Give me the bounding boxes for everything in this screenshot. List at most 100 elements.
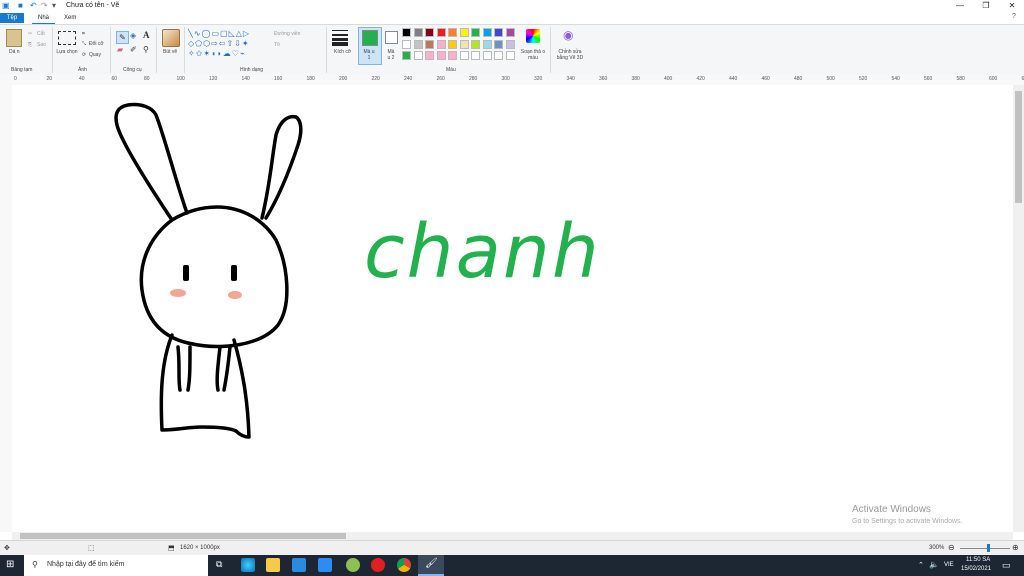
- ruler-tick-label: 460: [761, 76, 770, 82]
- horizontal-scroll-thumb[interactable]: [20, 533, 346, 539]
- palette-swatch[interactable]: [402, 39, 411, 49]
- app-icon-green[interactable]: [346, 558, 360, 572]
- palette-swatch[interactable]: [482, 51, 492, 60]
- copy-button[interactable]: Sao: [37, 42, 46, 48]
- palette-swatch[interactable]: [425, 39, 434, 49]
- zoom-out-button[interactable]: ⊖: [948, 543, 955, 552]
- tray-chevron-icon[interactable]: ⌃: [918, 561, 924, 569]
- clock-date[interactable]: 15/02/2021: [961, 566, 991, 572]
- palette-swatch[interactable]: [425, 51, 434, 60]
- tab-view[interactable]: Xem: [58, 13, 82, 23]
- zoom-in-button[interactable]: ⊕: [1012, 543, 1019, 552]
- paint3d-icon[interactable]: ◉: [563, 28, 573, 42]
- maximize-button[interactable]: ❐: [974, 0, 998, 12]
- fill-icon[interactable]: ◈: [130, 31, 136, 40]
- shape-fill-button[interactable]: Tô: [274, 42, 280, 48]
- size-icon[interactable]: [332, 30, 348, 46]
- text-icon[interactable]: A: [143, 30, 150, 40]
- language-indicator[interactable]: VIE: [944, 562, 954, 568]
- ruler-tick-label: 240: [404, 76, 413, 82]
- volume-icon[interactable]: 🔈: [929, 560, 939, 569]
- palette-swatch[interactable]: [505, 39, 515, 49]
- shape-outline-button[interactable]: Đường viền: [274, 31, 300, 37]
- color-picker-icon[interactable]: ✐: [130, 45, 137, 54]
- zoom-slider-thumb[interactable]: [987, 544, 990, 552]
- palette-swatch[interactable]: [482, 39, 492, 49]
- palette-swatch[interactable]: [459, 28, 469, 37]
- cut-button[interactable]: Cắt: [37, 31, 45, 37]
- undo-icon[interactable]: ↶: [30, 1, 37, 10]
- paste-icon[interactable]: [6, 29, 22, 47]
- palette-swatch[interactable]: [494, 51, 503, 60]
- customize-toolbar-icon[interactable]: ▾: [52, 1, 56, 10]
- magnifier-icon[interactable]: ⚲: [143, 45, 149, 54]
- redo-icon[interactable]: ↷: [41, 1, 48, 10]
- crop-icon[interactable]: ⌗: [82, 31, 85, 37]
- palette-swatch[interactable]: [436, 39, 446, 49]
- horizontal-scrollbar[interactable]: [12, 532, 1013, 540]
- palette-swatch[interactable]: [505, 51, 515, 60]
- palette-swatch[interactable]: [505, 28, 515, 37]
- paste-button[interactable]: Dá n: [9, 49, 20, 55]
- brush-icon[interactable]: [162, 29, 180, 47]
- mail-icon[interactable]: [292, 558, 306, 572]
- task-view-icon[interactable]: ⧉: [216, 559, 222, 570]
- clock-time[interactable]: 11:50 SA: [966, 557, 990, 563]
- file-explorer-icon[interactable]: [266, 558, 280, 572]
- vertical-scroll-thumb[interactable]: [1015, 91, 1022, 203]
- palette-swatch[interactable]: [402, 51, 411, 60]
- taskbar-search-box[interactable]: ⚲ Nhập tại đây để tìm kiếm: [24, 555, 208, 576]
- palette-swatch[interactable]: [448, 28, 457, 37]
- palette-swatch[interactable]: [425, 28, 434, 37]
- palette-swatch[interactable]: [471, 51, 480, 60]
- resize-icon[interactable]: ⤡: [82, 41, 86, 47]
- palette-swatch[interactable]: [413, 51, 423, 60]
- cut-icon[interactable]: ✂: [28, 31, 32, 37]
- palette-swatch[interactable]: [413, 28, 423, 37]
- palette-swatch[interactable]: [448, 39, 457, 49]
- brushes-button[interactable]: Bút vẽ: [163, 49, 177, 55]
- edge-icon[interactable]: [241, 558, 255, 572]
- edit-with-paint3d-button[interactable]: Chỉnh sửa bằng Vẽ 3D: [553, 49, 587, 61]
- palette-swatch[interactable]: [494, 28, 503, 37]
- palette-swatch[interactable]: [436, 28, 446, 37]
- palette-swatch[interactable]: [436, 51, 446, 60]
- windows-start-icon[interactable]: ⊞: [6, 559, 14, 570]
- ribbon-tabs: Tệp Nhà Xem ?: [0, 12, 1024, 25]
- close-button[interactable]: ✕: [1000, 0, 1024, 12]
- palette-swatch[interactable]: [459, 51, 469, 60]
- edit-colors-button[interactable]: Soạn thả o màu: [520, 49, 546, 61]
- palette-swatch[interactable]: [402, 28, 411, 37]
- paint-taskbar-button[interactable]: 🖌: [418, 555, 444, 576]
- palette-swatch[interactable]: [494, 39, 503, 49]
- zoom-app-icon[interactable]: [318, 558, 332, 572]
- select-icon[interactable]: [58, 31, 76, 45]
- palette-swatch[interactable]: [471, 28, 480, 37]
- chrome-icon[interactable]: [397, 558, 411, 572]
- palette-swatch[interactable]: [413, 39, 423, 49]
- palette-swatch[interactable]: [482, 28, 492, 37]
- rotate-button[interactable]: Quay: [89, 52, 101, 58]
- palette-swatch[interactable]: [448, 51, 457, 60]
- notification-icon[interactable]: ▭: [1002, 560, 1011, 571]
- color2-swatch[interactable]: [385, 31, 398, 44]
- help-icon[interactable]: ?: [1012, 13, 1016, 20]
- pencil-icon[interactable]: ✎: [116, 31, 129, 44]
- rotate-icon[interactable]: ⟳: [82, 52, 86, 58]
- save-icon[interactable]: ■: [18, 1, 23, 10]
- resize-button[interactable]: Đổi cỡ: [89, 41, 104, 47]
- tab-file[interactable]: Tệp: [0, 13, 24, 23]
- size-button[interactable]: Kích cỡ: [334, 49, 351, 55]
- copy-icon[interactable]: ⎘: [28, 42, 32, 48]
- edit-colors-icon[interactable]: [526, 29, 540, 43]
- opera-icon[interactable]: [371, 558, 385, 572]
- shapes-gallery[interactable]: ╲∿◯▭▢◺△▷ ◇⬠⬡⇨⇦⇧⇩✦ ✧✩✶◖◗☁♡⌁: [188, 29, 268, 59]
- zoom-slider[interactable]: [960, 548, 1010, 549]
- palette-swatch[interactable]: [459, 39, 469, 49]
- drawing-canvas[interactable]: chanh: [12, 85, 1013, 532]
- minimize-button[interactable]: —: [948, 0, 972, 12]
- palette-swatch[interactable]: [471, 39, 480, 49]
- select-button[interactable]: Lựa chọn: [56, 49, 78, 55]
- eraser-icon[interactable]: ▰: [117, 45, 123, 54]
- vertical-scrollbar[interactable]: [1013, 85, 1024, 532]
